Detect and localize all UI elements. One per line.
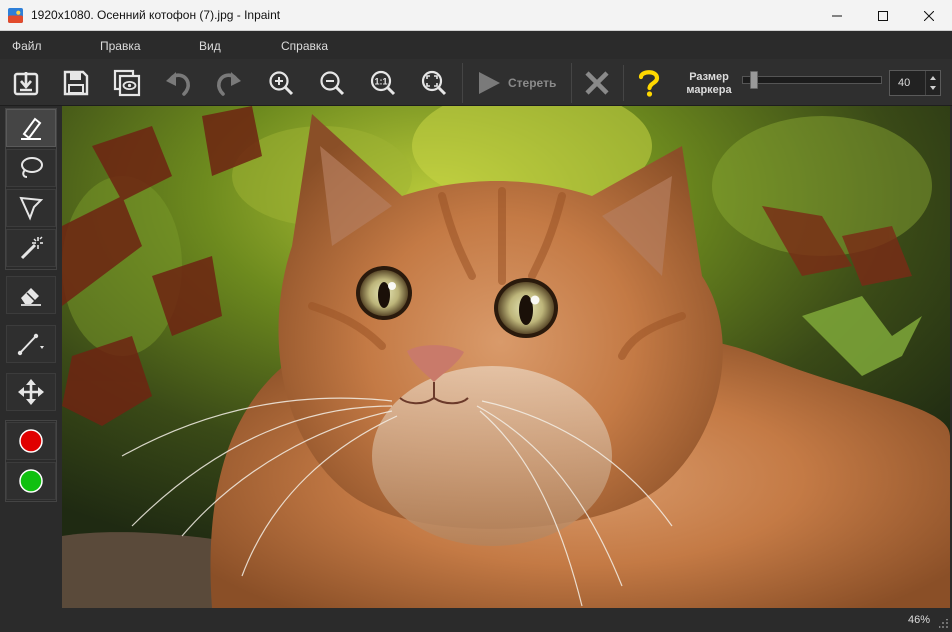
- menu-edit[interactable]: Правка: [100, 39, 141, 53]
- save-button[interactable]: [57, 64, 95, 102]
- lasso-icon: [21, 157, 43, 178]
- title-bar: 1920x1080. Осенний котофон (7).jpg - Inp…: [0, 0, 952, 31]
- spin-arrows: [925, 71, 940, 95]
- help-icon: [638, 70, 660, 97]
- move-tool[interactable]: [6, 373, 56, 411]
- redo-icon: [217, 72, 241, 96]
- eraser-tool[interactable]: [6, 276, 56, 314]
- resize-grip-icon[interactable]: [939, 619, 949, 629]
- marker-size-spinbox[interactable]: 40: [889, 70, 941, 96]
- maximize-button[interactable]: [860, 0, 906, 31]
- actual-size-button[interactable]: 1:1: [364, 64, 402, 102]
- marker-icon: [21, 117, 42, 140]
- green-color-icon: [19, 469, 43, 493]
- move-icon: [18, 379, 44, 405]
- save-as-button[interactable]: [108, 64, 146, 102]
- lasso-tool[interactable]: [6, 149, 56, 187]
- line-tool[interactable]: [6, 325, 56, 363]
- zoom-in-button[interactable]: [262, 64, 300, 102]
- window-title: 1920x1080. Осенний котофон (7).jpg - Inp…: [31, 8, 281, 22]
- marker-size-label: Размер маркера: [686, 71, 732, 96]
- minimize-button[interactable]: [814, 0, 860, 31]
- inpaint-app-icon: [8, 8, 23, 23]
- spin-down-icon[interactable]: [930, 86, 936, 90]
- erase-label: Стереть: [508, 76, 557, 90]
- save-as-icon: [113, 69, 141, 97]
- image-canvas[interactable]: [62, 106, 950, 608]
- status-bar: 46%: [0, 610, 952, 632]
- spin-up-icon[interactable]: [930, 76, 936, 80]
- save-icon: [63, 70, 89, 96]
- maximize-icon: [878, 10, 888, 21]
- menu-bar: Файл Правка Вид Справка: [0, 31, 952, 59]
- undo-icon: [166, 72, 190, 96]
- marker-size-slider[interactable]: [742, 71, 882, 89]
- marker-tool[interactable]: [6, 109, 56, 147]
- open-button[interactable]: [7, 64, 45, 102]
- open-icon: [13, 72, 39, 96]
- cancel-icon: [585, 71, 609, 95]
- eraser-icon: [21, 288, 41, 306]
- toolbar-separator: [623, 65, 624, 101]
- minimize-icon: [832, 15, 842, 16]
- magic-wand-icon: [20, 236, 43, 260]
- erase-button[interactable]: Стереть: [462, 63, 572, 103]
- svg-text:1:1: 1:1: [374, 77, 387, 87]
- menu-help[interactable]: Справка: [281, 39, 328, 53]
- slider-handle[interactable]: [750, 71, 758, 89]
- tool-panel: [0, 106, 62, 610]
- mask-color-button[interactable]: [6, 422, 56, 460]
- zoom-out-button[interactable]: [313, 64, 351, 102]
- cat-photo: [62, 106, 950, 608]
- line-icon: [17, 333, 44, 356]
- zoom-level: 46%: [907, 614, 930, 626]
- menu-view[interactable]: Вид: [199, 39, 221, 53]
- close-button[interactable]: [906, 0, 952, 31]
- zoom-in-icon: [269, 71, 294, 96]
- close-icon: [924, 10, 934, 21]
- menu-file[interactable]: Файл: [12, 39, 42, 53]
- cancel-button[interactable]: [578, 64, 616, 102]
- fit-to-window-icon: [421, 70, 447, 96]
- polygonal-lasso-icon: [19, 196, 44, 221]
- play-icon: [479, 72, 500, 94]
- red-color-icon: [19, 429, 43, 453]
- actual-size-icon: 1:1: [370, 70, 396, 96]
- fit-to-window-button[interactable]: [415, 64, 453, 102]
- zoom-out-icon: [320, 71, 345, 96]
- redo-button[interactable]: [210, 64, 248, 102]
- magic-wand-tool[interactable]: [6, 229, 56, 267]
- undo-button[interactable]: [159, 64, 197, 102]
- help-button[interactable]: [630, 64, 668, 102]
- donor-color-button[interactable]: [6, 462, 56, 500]
- polygonal-lasso-tool[interactable]: [6, 189, 56, 227]
- marker-size-value[interactable]: 40: [898, 77, 910, 89]
